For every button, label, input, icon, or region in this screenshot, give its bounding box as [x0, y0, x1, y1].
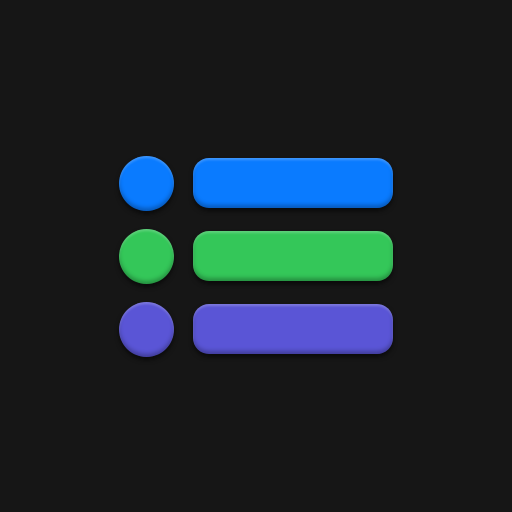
list-icon	[119, 156, 393, 358]
list-row-blue	[119, 156, 393, 212]
list-row-purple	[119, 302, 393, 358]
list-bar	[193, 304, 393, 354]
bullet-dot	[119, 302, 174, 357]
bullet-dot	[119, 229, 174, 284]
list-row-green	[119, 229, 393, 285]
bullet-dot	[119, 156, 174, 211]
list-bar	[193, 231, 393, 281]
canvas	[0, 0, 512, 512]
list-bar	[193, 158, 393, 208]
